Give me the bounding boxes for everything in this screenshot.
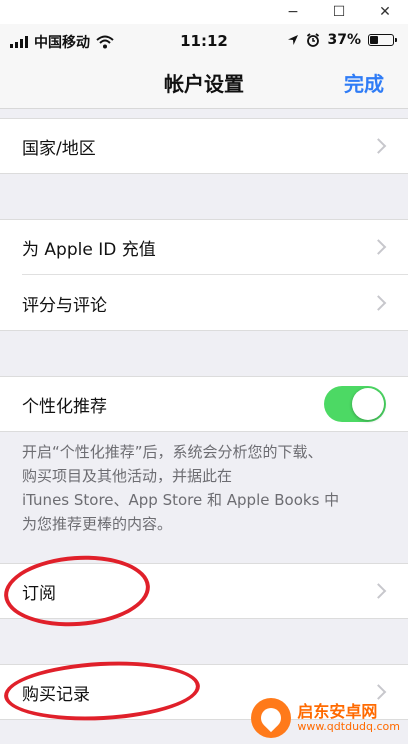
battery-icon [368, 34, 397, 46]
cell-label: 为 Apple ID 充值 [22, 239, 156, 260]
personalized-toggle[interactable] [324, 386, 386, 422]
navigation-bar: 帐户设置 完成 [0, 58, 408, 109]
watermark-logo-icon [251, 698, 292, 738]
maximize-button[interactable]: ☐ [316, 0, 362, 24]
alarm-icon [307, 33, 320, 47]
location-icon [288, 35, 299, 45]
footer-line: iTunes Store、App Store 和 Apple Books 中 [22, 491, 340, 509]
chevron-right-icon [370, 295, 387, 311]
cell-label: 订阅 [22, 583, 56, 604]
cell-personalized-recommendations: 个性化推荐 [0, 376, 408, 432]
footer-line: 购买项目及其他活动，并据此在 [22, 467, 233, 485]
toggle-knob [352, 388, 384, 420]
done-button[interactable]: 完成 [344, 68, 384, 97]
cell-ratings-reviews[interactable]: 评分与评论 [0, 275, 408, 331]
status-left: 中国移动 [10, 32, 114, 52]
minimize-button[interactable]: − [270, 0, 316, 24]
cell-subscriptions[interactable]: 订阅 [0, 563, 408, 619]
personalized-footer-text: 开启“个性化推荐”后，系统会分析您的下载、 购买项目及其他活动，并据此在 iTu… [22, 440, 392, 536]
window-controls: − ☐ ✕ [0, 0, 408, 24]
cell-label: 个性化推荐 [22, 396, 107, 417]
signal-icon [10, 36, 28, 48]
battery-percent: 37% [327, 32, 361, 48]
watermark-name: 启东安卓网 [297, 702, 378, 722]
watermark: 启东安卓网 www.qdtdudq.com [251, 698, 400, 738]
cell-country-region[interactable]: 国家/地区 [0, 118, 408, 174]
chevron-right-icon [370, 239, 387, 255]
status-bar: 中国移动 11:12 37% [0, 24, 408, 58]
wifi-icon [96, 35, 114, 49]
footer-line: 为您推荐更棒的内容。 [22, 515, 173, 533]
chevron-right-icon [370, 138, 387, 154]
status-right: 37% [287, 32, 397, 48]
footer-line: 开启“个性化推荐”后，系统会分析您的下载、 [22, 443, 323, 461]
close-button[interactable]: ✕ [362, 0, 408, 24]
cell-label: 购买记录 [22, 684, 90, 705]
watermark-url: www.qdtdudq.com [297, 719, 400, 733]
cell-label: 国家/地区 [22, 138, 96, 159]
carrier-label: 中国移动 [34, 35, 90, 51]
chevron-right-icon [370, 583, 387, 599]
cell-recharge-apple-id[interactable]: 为 Apple ID 充值 [0, 219, 408, 275]
cell-label: 评分与评论 [22, 295, 107, 316]
